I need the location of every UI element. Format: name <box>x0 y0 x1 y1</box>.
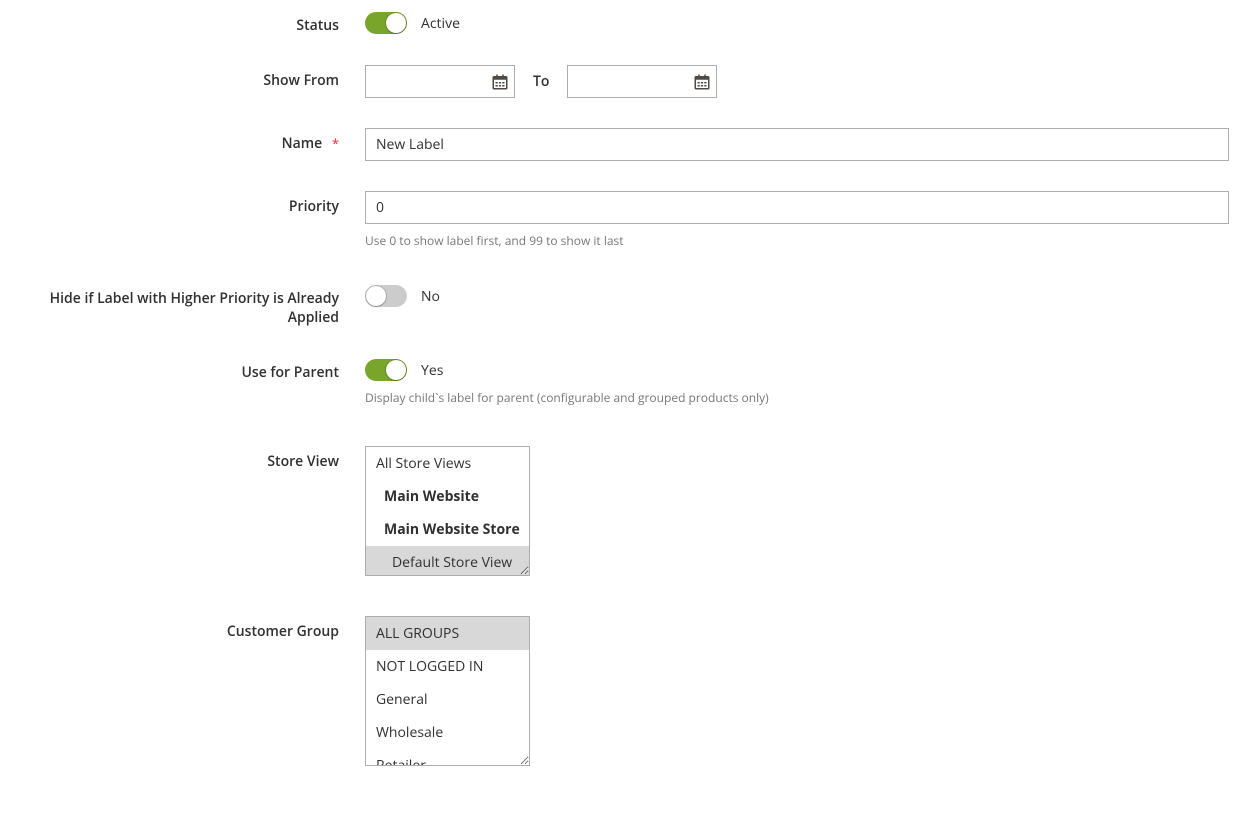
status-toggle[interactable] <box>365 12 407 34</box>
use-for-parent-value-text: Yes <box>421 361 443 380</box>
row-customer-group: Customer Group ALL GROUPSNOT LOGGED INGe… <box>10 616 1239 766</box>
priority-label: Priority <box>10 191 365 216</box>
row-show-from: Show From <box>10 65 1239 98</box>
use-for-parent-label: Use for Parent <box>10 357 365 382</box>
priority-input[interactable] <box>365 191 1229 224</box>
store-view-option[interactable]: All Store Views <box>366 447 529 480</box>
row-store-view: Store View All Store ViewsMain WebsiteMa… <box>10 446 1239 576</box>
row-hide-higher: Hide if Label with Higher Priority is Al… <box>10 283 1239 327</box>
hide-higher-value-text: No <box>421 287 440 306</box>
row-status: Status Active <box>10 10 1239 35</box>
store-view-multiselect[interactable]: All Store ViewsMain WebsiteMain Website … <box>365 446 530 576</box>
use-for-parent-hint: Display child`s label for parent (config… <box>365 389 1229 406</box>
customer-group-multiselect[interactable]: ALL GROUPSNOT LOGGED INGeneralWholesaleR… <box>365 616 530 766</box>
label-settings-form: Status Active Show From <box>0 0 1249 816</box>
name-input[interactable] <box>365 128 1229 161</box>
name-label-text: Name <box>282 134 323 153</box>
required-asterisk: * <box>332 134 339 152</box>
use-for-parent-toggle[interactable] <box>365 359 407 381</box>
show-to-datebox <box>567 65 717 98</box>
priority-hint: Use 0 to show label first, and 99 to sho… <box>365 232 1229 249</box>
store-view-label: Store View <box>10 446 365 471</box>
customer-group-option[interactable]: General <box>366 683 529 716</box>
hide-higher-label: Hide if Label with Higher Priority is Al… <box>10 283 365 327</box>
row-use-for-parent: Use for Parent Yes Display child`s label… <box>10 357 1239 406</box>
store-view-option[interactable]: Default Store View <box>366 546 529 576</box>
status-label: Status <box>10 10 365 35</box>
show-to-input[interactable] <box>568 66 688 97</box>
calendar-icon[interactable] <box>688 66 716 97</box>
status-value-text: Active <box>421 14 460 33</box>
to-label: To <box>533 72 549 91</box>
customer-group-option[interactable]: Wholesale <box>366 716 529 749</box>
customer-group-label: Customer Group <box>10 616 365 641</box>
calendar-icon[interactable] <box>486 66 514 97</box>
store-view-option[interactable]: Main Website Store <box>366 513 529 546</box>
row-priority: Priority Use 0 to show label first, and … <box>10 191 1239 249</box>
row-name: Name * <box>10 128 1239 161</box>
show-from-input[interactable] <box>366 66 486 97</box>
show-from-label: Show From <box>10 65 365 90</box>
customer-group-option[interactable]: ALL GROUPS <box>366 617 529 650</box>
store-view-option[interactable]: Main Website <box>366 480 529 513</box>
hide-higher-toggle[interactable] <box>365 285 407 307</box>
customer-group-option[interactable]: Retailer <box>366 749 529 766</box>
show-from-datebox <box>365 65 515 98</box>
name-label: Name * <box>10 128 365 153</box>
customer-group-option[interactable]: NOT LOGGED IN <box>366 650 529 683</box>
